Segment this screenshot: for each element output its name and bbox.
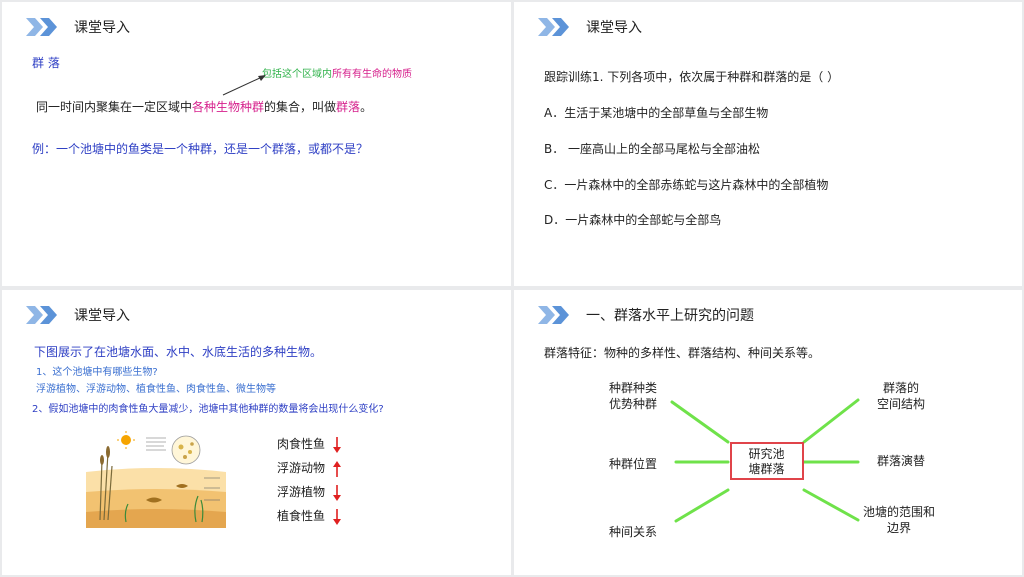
double-chevron-icon: [26, 306, 57, 324]
slide-header: 课堂导入: [538, 16, 642, 38]
exercise-question: 跟踪训练1. 下列各项中，依次属于种群和群落的是（ ）: [544, 70, 840, 84]
option-b[interactable]: B． 一座高山上的全部马尾松与全部油松: [544, 140, 760, 157]
node-line: 边界: [886, 521, 911, 535]
answer-1: 浮游植物、浮游动物、植食性鱼、肉食性鱼、微生物等: [36, 384, 276, 395]
node-line: 池塘的范围和: [862, 505, 935, 519]
definition-part5: 。: [360, 100, 373, 114]
node-line: 优势种群: [608, 397, 657, 411]
change-label: 肉食性鱼: [277, 437, 326, 451]
mindmap-center-node: 研究池 塘群落: [730, 442, 804, 480]
annotation-arrow-icon: [222, 75, 266, 96]
question-1: 1、这个池塘中有哪些生物?: [36, 367, 158, 378]
center-line2: 塘群落: [748, 462, 785, 476]
slide-grid: 课堂导入 群 落 包括这个区域内所有有生命的物质 同一时间内聚集在一定区域中各种…: [0, 0, 1024, 577]
definition-part1: 同一时间内聚集在一定区域中: [36, 100, 193, 114]
change-label: 浮游植物: [277, 485, 326, 499]
connector-top-left: [670, 400, 730, 444]
annotation-part1: 包括这个区域内: [262, 69, 332, 80]
option-c[interactable]: C．一片森林中的全部赤练蛇与这片森林中的全部植物: [544, 176, 828, 193]
definition-highlight-community: 群落: [336, 100, 361, 114]
mindmap-connectors: [670, 398, 860, 523]
arrow-down-icon: [332, 484, 341, 501]
definition-text: 同一时间内聚集在一定区域中各种生物种群的集合，叫做群落。: [36, 98, 372, 115]
node-bottom-left: 种间关系: [608, 525, 657, 539]
change-label: 浮游动物: [277, 461, 326, 475]
intro-text: 下图展示了在池塘水面、水中、水底生活的多种生物。: [34, 345, 323, 359]
connector-top-right: [802, 398, 860, 444]
question-2: 2、假如池塘中的肉食性鱼大量减少，池塘中其他种群的数量将会出现什么变化?: [32, 404, 384, 415]
slide-3[interactable]: 课堂导入 下图展示了在池塘水面、水中、水底生活的多种生物。 1、这个池塘中有哪些…: [2, 290, 511, 575]
example-question: 例：一个池塘中的鱼类是一个种群，还是一个群落，或都不是？: [32, 142, 369, 156]
header-title: 课堂导入: [74, 20, 130, 36]
arrow-down-icon: [332, 508, 341, 525]
center-line1: 研究池: [748, 447, 785, 461]
change-label: 植食性鱼: [277, 509, 326, 523]
pond-illustration: [86, 430, 226, 528]
node-line: 群落的: [882, 381, 919, 395]
option-d[interactable]: D．一片森林中的全部蛇与全部鸟: [544, 211, 721, 228]
slide-2[interactable]: 课堂导入 跟踪训练1. 下列各项中，依次属于种群和群落的是（ ） A．生活于某池…: [514, 2, 1022, 286]
double-chevron-icon: [538, 18, 569, 36]
connector-bottom-right: [802, 488, 860, 522]
slide-header: 课堂导入: [26, 16, 130, 38]
connector-bottom-left: [674, 488, 730, 523]
node-line: 种群种类: [608, 381, 657, 395]
arrow-up-icon: [332, 460, 341, 477]
arrow-down-icon: [332, 436, 341, 453]
node-top-right: 群落的 空间结构: [868, 380, 934, 412]
slide-1[interactable]: 课堂导入 群 落 包括这个区域内所有有生命的物质 同一时间内聚集在一定区域中各种…: [2, 2, 511, 286]
change-item: 浮游动物: [277, 459, 341, 478]
node-bottom-right: 池塘的范围和 边界: [856, 504, 942, 536]
term-label: 群 落: [32, 56, 60, 70]
change-item: 浮游植物: [277, 483, 341, 502]
definition-part3: 的集合，叫做: [264, 100, 337, 114]
change-item: 植食性鱼: [277, 507, 341, 526]
node-line: 空间结构: [876, 397, 925, 411]
node-mid-left: 种群位置: [608, 457, 657, 471]
slide-4[interactable]: 一、群落水平上研究的问题 群落特征：物种的多样性、群落结构、种间关系等。 研究池…: [514, 290, 1022, 575]
annotation-part2: 所有有生命的物质: [332, 69, 412, 80]
double-chevron-icon: [26, 18, 57, 36]
header-title: 课堂导入: [74, 308, 130, 324]
header-title: 课堂导入: [586, 20, 642, 36]
node-top-left: 种群种类 优势种群: [600, 380, 666, 412]
slide-header: 课堂导入: [26, 304, 130, 326]
annotation-note: 包括这个区域内所有有生命的物质: [262, 65, 412, 80]
definition-highlight-species: 各种生物种群: [192, 100, 265, 114]
option-a[interactable]: A．生活于某池塘中的全部草鱼与全部生物: [544, 104, 768, 121]
change-item: 肉食性鱼: [277, 435, 341, 454]
node-mid-right: 群落演替: [876, 454, 925, 468]
